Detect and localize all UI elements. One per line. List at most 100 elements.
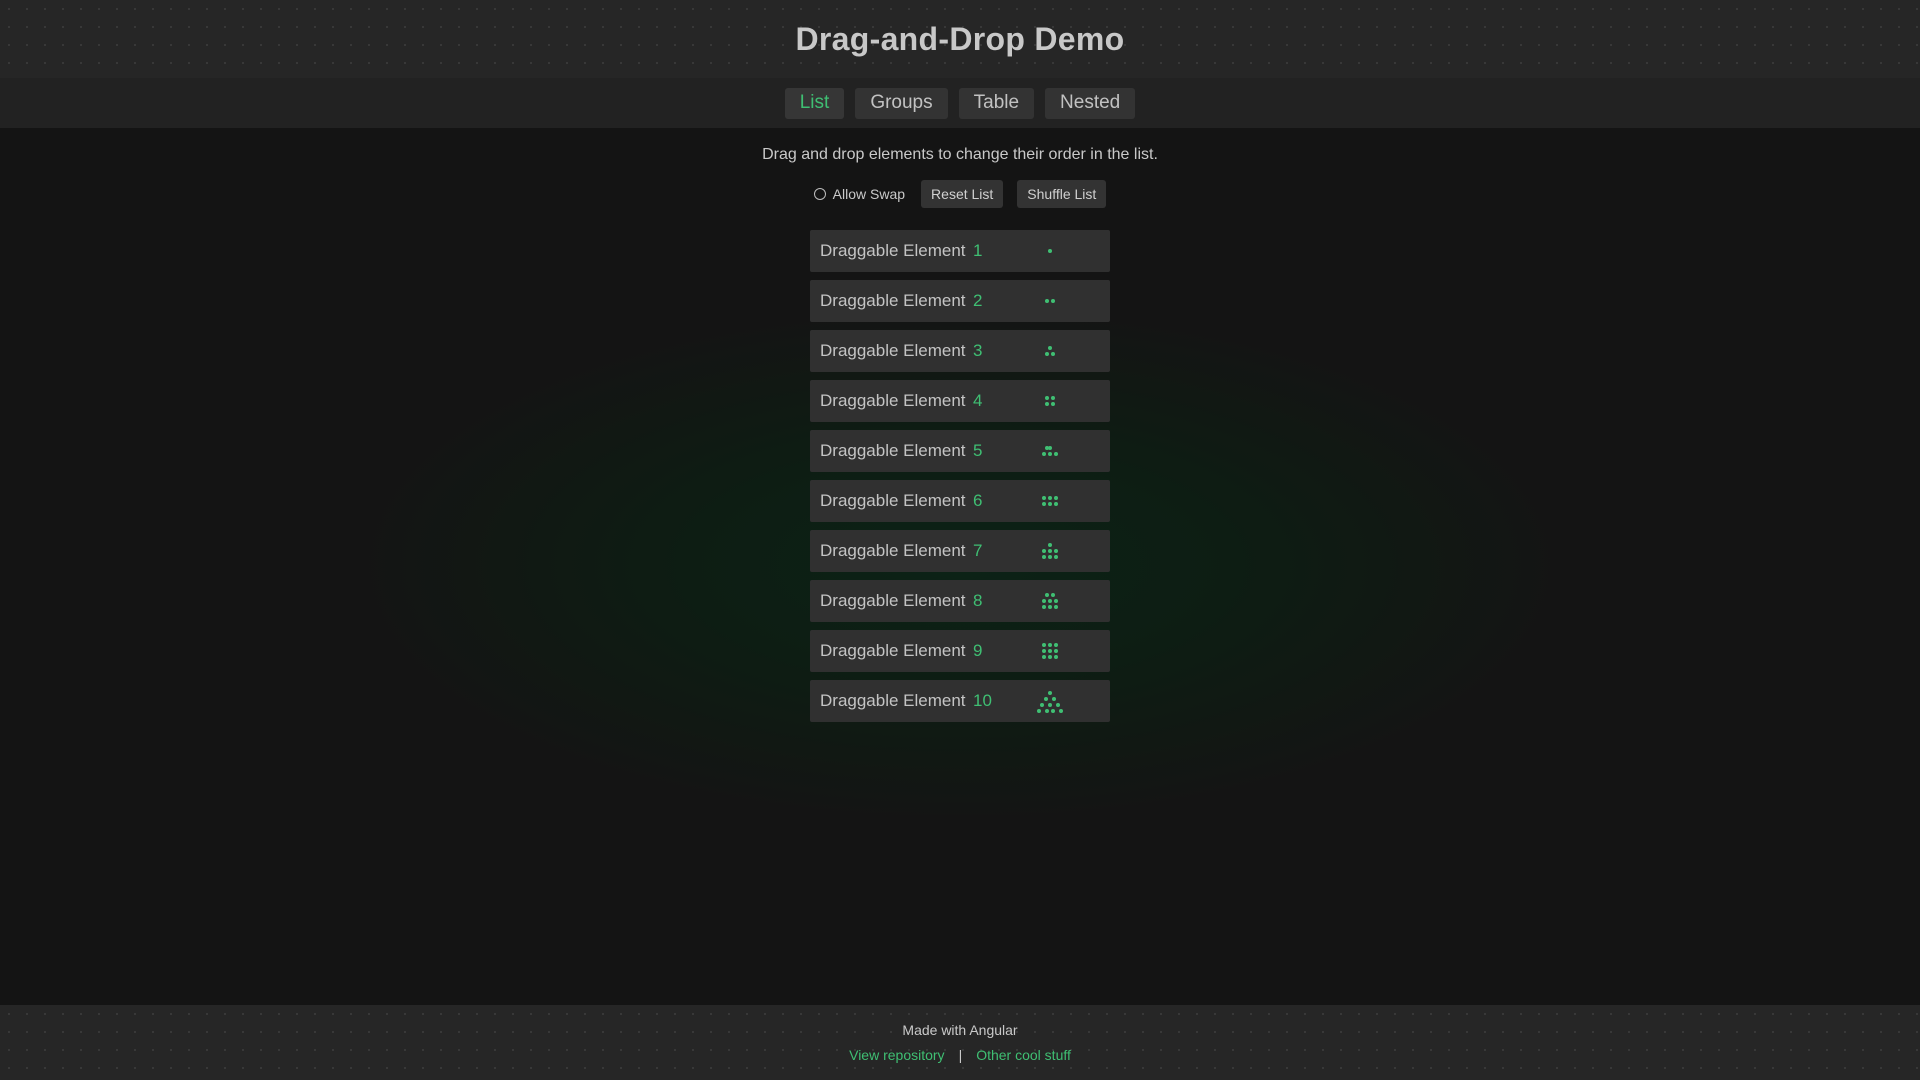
draggable-item[interactable]: Draggable Element 10	[810, 680, 1110, 722]
dot	[1048, 496, 1052, 500]
dot	[1051, 593, 1055, 597]
item-label: Draggable Element	[820, 441, 966, 460]
shuffle-list-button[interactable]: Shuffle List	[1017, 180, 1107, 208]
dot	[1045, 402, 1049, 406]
dot	[1051, 402, 1055, 406]
dot	[1048, 502, 1052, 506]
item-number: 8	[973, 591, 983, 610]
item-number: 9	[973, 641, 983, 660]
page-header: Drag-and-Drop Demo	[0, 0, 1920, 78]
dot	[1048, 249, 1052, 253]
dots-icon	[1037, 689, 1063, 713]
dots-icon	[1038, 389, 1062, 413]
draggable-item[interactable]: Draggable Element 4	[810, 380, 1110, 422]
dots-icon	[1038, 239, 1062, 263]
instructions-text: Drag and drop elements to change their o…	[762, 146, 1158, 163]
dot	[1048, 649, 1052, 653]
draggable-item[interactable]: Draggable Element 7	[810, 530, 1110, 572]
dot	[1054, 643, 1058, 647]
tab-list[interactable]: List	[784, 87, 845, 119]
item-label: Draggable Element	[820, 541, 966, 560]
dot	[1042, 643, 1046, 647]
draggable-item[interactable]: Draggable Element 2	[810, 280, 1110, 322]
dot	[1048, 655, 1052, 659]
dot	[1059, 709, 1063, 713]
main-content: Drag and drop elements to change their o…	[0, 128, 1920, 1005]
item-number: 10	[973, 691, 992, 710]
item-label: Draggable Element	[820, 341, 966, 360]
dot	[1048, 555, 1052, 559]
dot	[1054, 655, 1058, 659]
draggable-item[interactable]: Draggable Element 1	[810, 230, 1110, 272]
dot	[1054, 549, 1058, 553]
tab-table[interactable]: Table	[958, 87, 1035, 119]
dot	[1051, 396, 1055, 400]
page-title: Drag-and-Drop Demo	[795, 20, 1125, 57]
dot	[1048, 605, 1052, 609]
dot	[1042, 599, 1046, 603]
dot	[1040, 703, 1044, 707]
draggable-item[interactable]: Draggable Element 6	[810, 480, 1110, 522]
view-repository-link[interactable]: View repository	[849, 1047, 944, 1063]
dot	[1051, 709, 1055, 713]
dot	[1044, 697, 1048, 701]
dots-icon	[1038, 439, 1062, 463]
dot	[1051, 352, 1055, 356]
dot	[1042, 502, 1046, 506]
dot	[1045, 593, 1049, 597]
list-controls: Allow Swap Reset List Shuffle List	[0, 180, 1920, 208]
allow-swap-radio[interactable]	[813, 188, 826, 200]
reset-list-button[interactable]: Reset List	[921, 180, 1004, 208]
dots-icon	[1038, 589, 1062, 613]
draggable-item[interactable]: Draggable Element 8	[810, 580, 1110, 622]
dot	[1054, 496, 1058, 500]
dot	[1048, 599, 1052, 603]
tab-nested[interactable]: Nested	[1045, 87, 1136, 119]
item-label: Draggable Element	[820, 691, 966, 710]
dot	[1045, 446, 1049, 450]
item-label: Draggable Element	[820, 241, 966, 260]
item-number: 5	[973, 441, 983, 460]
dots-icon	[1038, 289, 1062, 313]
dot	[1052, 697, 1056, 701]
item-number: 7	[973, 541, 983, 560]
dots-icon	[1038, 489, 1062, 513]
draggable-item[interactable]: Draggable Element 5	[810, 430, 1110, 472]
dot	[1037, 709, 1041, 713]
dot	[1054, 599, 1058, 603]
dot	[1054, 605, 1058, 609]
tab-bar: List Groups Table Nested	[0, 78, 1920, 128]
dot	[1048, 643, 1052, 647]
dot	[1042, 555, 1046, 559]
dot	[1048, 549, 1052, 553]
dot	[1051, 299, 1055, 303]
dot	[1054, 649, 1058, 653]
item-number: 4	[973, 391, 983, 410]
item-number: 3	[973, 341, 983, 360]
item-label: Draggable Element	[820, 591, 966, 610]
draggable-item[interactable]: Draggable Element 3	[810, 330, 1110, 372]
dot	[1045, 396, 1049, 400]
tab-groups[interactable]: Groups	[855, 87, 948, 119]
dot	[1042, 655, 1046, 659]
page-footer: Made with Angular View repository | Other …	[0, 1005, 1920, 1080]
dots-icon	[1038, 539, 1062, 563]
dot	[1048, 691, 1052, 695]
item-label: Draggable Element	[820, 641, 966, 660]
dot	[1054, 502, 1058, 506]
dot	[1056, 703, 1060, 707]
dot	[1054, 452, 1058, 456]
dot	[1048, 703, 1052, 707]
allow-swap-toggle[interactable]: Allow Swap	[813, 186, 906, 202]
dot	[1045, 299, 1049, 303]
allow-swap-label: Allow Swap	[832, 186, 906, 202]
item-label: Draggable Element	[820, 491, 966, 510]
draggable-item[interactable]: Draggable Element 9	[810, 630, 1110, 672]
draggable-list: Draggable Element 1 Draggable Element 2 …	[810, 230, 1110, 730]
dot	[1045, 352, 1049, 356]
dots-icon	[1038, 339, 1062, 363]
dot	[1048, 543, 1052, 547]
item-number: 1	[973, 241, 983, 260]
footer-separator: |	[958, 1047, 963, 1063]
other-cool-stuff-link[interactable]: Other cool stuff	[976, 1047, 1071, 1063]
